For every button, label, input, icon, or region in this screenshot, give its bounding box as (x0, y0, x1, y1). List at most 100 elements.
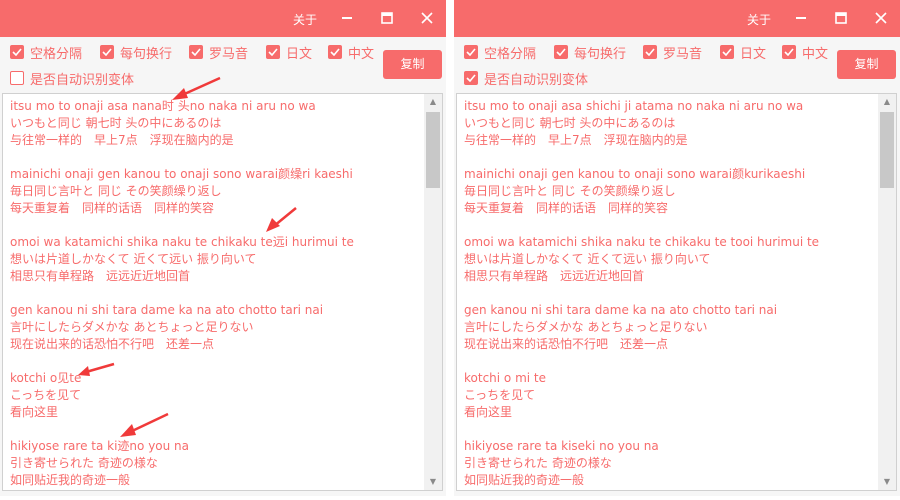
option-chinese[interactable]: 中文 (328, 44, 375, 62)
minimize-button[interactable] (788, 5, 814, 31)
lyric-line: 现在说出来的话恐怕不行吧 还差一点 (464, 337, 669, 351)
lyric-line: mainichi onaji gen kanou to onaji sono w… (10, 167, 353, 181)
checkbox-checked[interactable] (328, 45, 342, 59)
option-auto-variant[interactable]: 是否自动识别变体 (464, 70, 589, 88)
checkbox-check-icon (784, 48, 794, 56)
scroll-up-icon[interactable]: ▲ (878, 94, 896, 110)
copy-button[interactable]: 复制 (837, 50, 896, 79)
checkbox-checked[interactable] (464, 45, 478, 59)
lyric-line: kotchi o mi te (464, 371, 547, 385)
option-label: 空格分隔 (30, 46, 83, 62)
lyric-line: 每天重复着 同样的话语 同样的笑容 (10, 201, 215, 215)
about-window-right: 关于 空格分隔 每句换行 罗马音 日文 中文 是否自动识别变体 复制 itsu … (454, 0, 900, 496)
lyric-line: hikiyose rare ta kiseki no you na (464, 439, 659, 453)
option-chinese[interactable]: 中文 (782, 44, 828, 62)
lyric-line: 看向这里 (464, 405, 513, 419)
lyric-line: 言叶にしたらダメかな あとちょっと足りない (10, 320, 254, 334)
maximize-icon (381, 12, 393, 24)
maximize-button[interactable] (828, 5, 854, 31)
checkbox-checked[interactable] (782, 45, 796, 59)
scroll-up-icon[interactable]: ▲ (424, 94, 442, 110)
lyric-line: いつもと同じ 朝七时 头の中にあるのは (10, 116, 222, 130)
copy-button[interactable]: 复制 (383, 50, 442, 79)
lyric-line: 言叶にしたらダメかな あとちょっと足りない (464, 320, 708, 334)
checkbox-checked[interactable] (10, 45, 24, 59)
vertical-scrollbar[interactable]: ▲ ▼ (424, 94, 442, 490)
lyric-line: こっちを见て (10, 388, 82, 402)
lyric-line: こっちを见て (464, 388, 536, 402)
minimize-icon (342, 17, 352, 19)
checkbox-check-icon (12, 48, 22, 56)
lyric-line: hikiyose rare ta ki迹no you na (10, 439, 190, 453)
lyrics-text: itsu mo to onaji asa nana时 头no naka ni a… (10, 98, 420, 489)
close-icon (421, 12, 433, 24)
red-arrow-annotation (266, 207, 297, 232)
option-japanese[interactable]: 日文 (720, 44, 767, 62)
option-label: 中文 (348, 46, 375, 62)
lyric-line: 看向这里 (10, 405, 59, 419)
lyric-line: 与往常一样的 早上7点 浮现在脑内的是 (464, 133, 688, 147)
lyrics-textarea[interactable]: itsu mo to onaji asa nana时 头no naka ni a… (2, 93, 443, 491)
lyrics-text: itsu mo to onaji asa shichi ji atama no … (464, 98, 874, 489)
option-label: 是否自动识别变体 (484, 72, 589, 88)
lyric-line: 现在说出来的话恐怕不行吧 还差一点 (10, 337, 215, 351)
window-title: 关于 (293, 13, 318, 27)
screenshot-stage: 关于 空格分隔 每句换行 罗马音 日文 中文 是否自动识别变体 复制 itsu … (0, 0, 900, 500)
lyric-line: 引き寄せられた 奇迹の様な (464, 456, 612, 470)
checkbox-unchecked[interactable] (10, 71, 24, 85)
lyric-line: 如同贴近我的奇迹一般 (464, 473, 585, 487)
close-button[interactable] (868, 5, 894, 31)
option-space-separate[interactable]: 空格分隔 (10, 44, 83, 62)
minimize-icon (796, 17, 806, 19)
checkbox-checked[interactable] (100, 45, 114, 59)
checkbox-checked[interactable] (464, 71, 478, 85)
checkbox-checked[interactable] (189, 45, 203, 59)
checkbox-checked[interactable] (266, 45, 280, 59)
option-line-break[interactable]: 每句换行 (100, 44, 173, 62)
option-label: 空格分隔 (484, 46, 537, 62)
checkbox-checked[interactable] (554, 45, 568, 59)
close-button[interactable] (414, 5, 440, 31)
checkbox-check-icon (722, 48, 732, 56)
checkbox-checked[interactable] (720, 45, 734, 59)
option-space-separate[interactable]: 空格分隔 (464, 44, 537, 62)
scroll-down-icon[interactable]: ▼ (878, 474, 896, 490)
checkbox-check-icon (268, 48, 278, 56)
option-label: 罗马音 (209, 46, 249, 62)
checkbox-check-icon (191, 48, 201, 56)
scroll-down-icon[interactable]: ▼ (424, 474, 442, 490)
scrollbar-thumb[interactable] (880, 112, 894, 188)
about-window-left: 关于 空格分隔 每句换行 罗马音 日文 中文 是否自动识别变体 复制 itsu … (0, 0, 446, 496)
maximize-icon (835, 12, 847, 24)
option-line-break[interactable]: 每句换行 (554, 44, 627, 62)
checkbox-check-icon (645, 48, 655, 56)
option-romaji[interactable]: 罗马音 (643, 44, 702, 62)
lyric-line: 毎日同じ言叶と 同じ その笑颜缲り返し (464, 184, 676, 198)
maximize-button[interactable] (374, 5, 400, 31)
option-label: 日文 (740, 46, 767, 62)
option-label: 每句换行 (120, 46, 173, 62)
scrollbar-thumb[interactable] (426, 112, 440, 188)
checkbox-checked[interactable] (643, 45, 657, 59)
window-title: 关于 (747, 13, 772, 27)
lyric-line: 相思只有单程路 远远近近地回首 (10, 269, 191, 283)
option-romaji[interactable]: 罗马音 (189, 44, 249, 62)
vertical-scrollbar[interactable]: ▲ ▼ (878, 94, 896, 490)
option-auto-variant[interactable]: 是否自动识别变体 (10, 70, 135, 88)
lyrics-textarea[interactable]: itsu mo to onaji asa shichi ji atama no … (456, 93, 897, 491)
option-label: 每句换行 (574, 46, 627, 62)
minimize-button[interactable] (334, 5, 360, 31)
close-icon (875, 12, 887, 24)
option-japanese[interactable]: 日文 (266, 44, 312, 62)
option-label: 是否自动识别变体 (30, 72, 135, 88)
lyric-line: mainichi onaji gen kanou to onaji sono w… (464, 167, 806, 181)
